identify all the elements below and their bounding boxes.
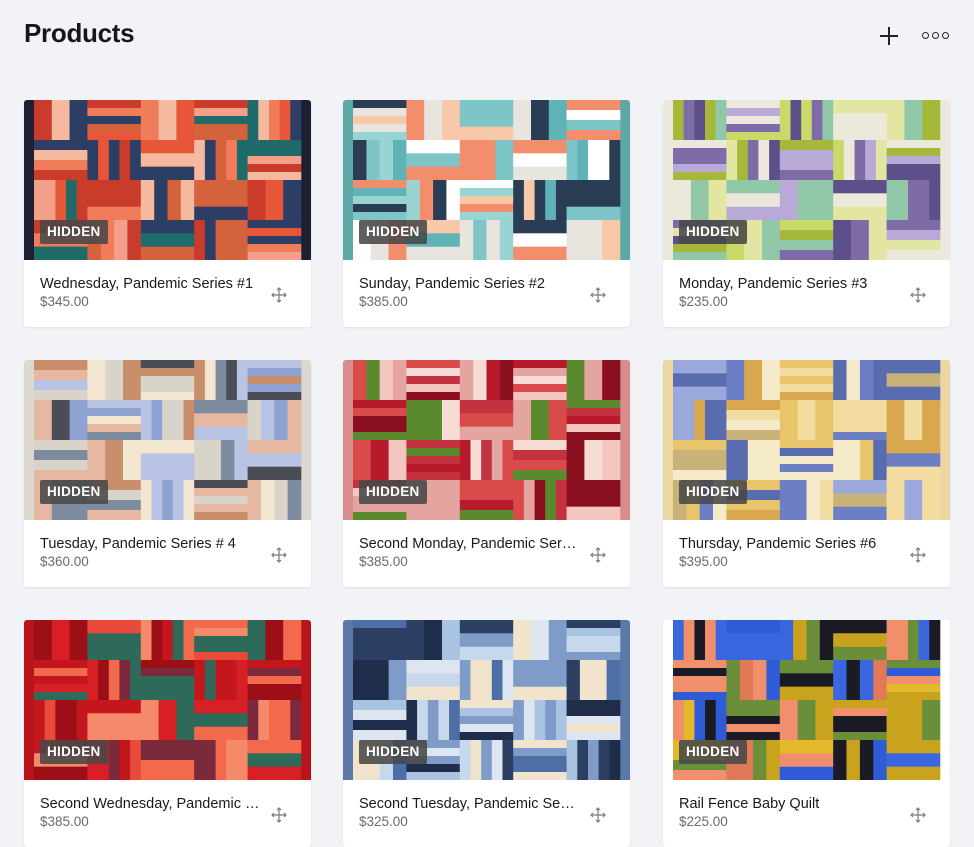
- drag-handle-move-icon[interactable]: [589, 546, 607, 564]
- hidden-status-badge: HIDDEN: [359, 740, 427, 764]
- product-name: Thursday, Pandemic Series #6: [679, 536, 877, 552]
- product-name: Sunday, Pandemic Series #2: [359, 276, 545, 292]
- product-name: Monday, Pandemic Series #3: [679, 276, 868, 292]
- product-price: $385.00: [40, 814, 89, 829]
- product-card[interactable]: HIDDEN Rail Fence Baby Quilt $225.00: [663, 620, 950, 847]
- hidden-status-badge: HIDDEN: [359, 220, 427, 244]
- product-price: $385.00: [359, 554, 408, 569]
- add-product-button[interactable]: [875, 22, 903, 50]
- page-header: Products: [0, 0, 974, 70]
- product-name: Tuesday, Pandemic Series # 4: [40, 536, 236, 552]
- hidden-status-badge: HIDDEN: [40, 480, 108, 504]
- product-card[interactable]: HIDDEN Monday, Pandemic Series #3 $235.00: [663, 100, 950, 327]
- product-card[interactable]: HIDDEN Sunday, Pandemic Series #2 $385.00: [343, 100, 630, 327]
- drag-handle-move-icon[interactable]: [909, 546, 927, 564]
- product-card[interactable]: HIDDEN Thursday, Pandemic Series #6 $395.0…: [663, 360, 950, 587]
- product-name: Second Wednesday, Pandemic Series #7: [40, 796, 260, 812]
- drag-handle-move-icon[interactable]: [589, 806, 607, 824]
- product-name: Second Tuesday, Pandemic Series #8: [359, 796, 579, 812]
- product-price: $395.00: [679, 554, 728, 569]
- hidden-status-badge: HIDDEN: [40, 740, 108, 764]
- more-options-button[interactable]: [922, 22, 950, 50]
- product-price: $325.00: [359, 814, 408, 829]
- drag-handle-move-icon[interactable]: [270, 286, 288, 304]
- drag-handle-move-icon[interactable]: [909, 286, 927, 304]
- product-price: $385.00: [359, 294, 408, 309]
- drag-handle-move-icon[interactable]: [589, 286, 607, 304]
- product-price: $235.00: [679, 294, 728, 309]
- product-card[interactable]: HIDDEN Wednesday, Pandemic Series #1 $345.…: [24, 100, 311, 327]
- page-title: Products: [24, 18, 135, 48]
- product-name: Wednesday, Pandemic Series #1: [40, 276, 254, 292]
- drag-handle-move-icon[interactable]: [909, 806, 927, 824]
- hidden-status-badge: HIDDEN: [679, 220, 747, 244]
- product-price: $225.00: [679, 814, 728, 829]
- product-card[interactable]: HIDDEN Second Monday, Pandemic Series #5 $…: [343, 360, 630, 587]
- drag-handle-move-icon[interactable]: [270, 806, 288, 824]
- product-price: $360.00: [40, 554, 89, 569]
- product-card[interactable]: HIDDEN Second Wednesday, Pandemic Series …: [24, 620, 311, 847]
- hidden-status-badge: HIDDEN: [40, 220, 108, 244]
- hidden-status-badge: HIDDEN: [359, 480, 427, 504]
- product-name: Rail Fence Baby Quilt: [679, 796, 820, 812]
- product-card[interactable]: HIDDEN Second Tuesday, Pandemic Series #8…: [343, 620, 630, 847]
- drag-handle-move-icon[interactable]: [270, 546, 288, 564]
- product-card[interactable]: HIDDEN Tuesday, Pandemic Series # 4 $360.0…: [24, 360, 311, 587]
- hidden-status-badge: HIDDEN: [679, 740, 747, 764]
- product-name: Second Monday, Pandemic Series #5: [359, 536, 579, 552]
- hidden-status-badge: HIDDEN: [679, 480, 747, 504]
- product-price: $345.00: [40, 294, 89, 309]
